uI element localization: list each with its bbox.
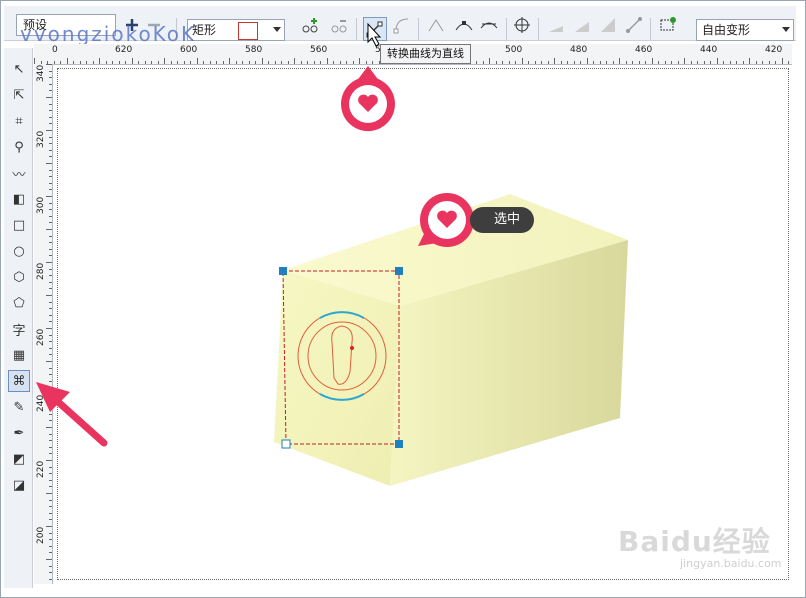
callout-label: 选中 <box>470 207 535 233</box>
selection-node-tl[interactable] <box>279 267 287 275</box>
selection-node-bl[interactable] <box>281 439 291 449</box>
selection-node-tr[interactable] <box>395 267 403 275</box>
heart-marker-toolbar <box>341 66 395 132</box>
box-front-face[interactable] <box>274 270 400 486</box>
selection-node-br[interactable] <box>395 440 403 448</box>
mouse-cursor-icon <box>367 22 382 47</box>
artwork <box>36 22 628 486</box>
baidu-logo: Baidu经验 <box>618 525 771 558</box>
pink-arrow-pointer <box>36 382 108 447</box>
tooltip: 转换曲线为直线 <box>380 44 471 64</box>
baidu-url: jingyan.baidu.com <box>680 557 782 570</box>
heart-marker-select <box>418 193 474 247</box>
